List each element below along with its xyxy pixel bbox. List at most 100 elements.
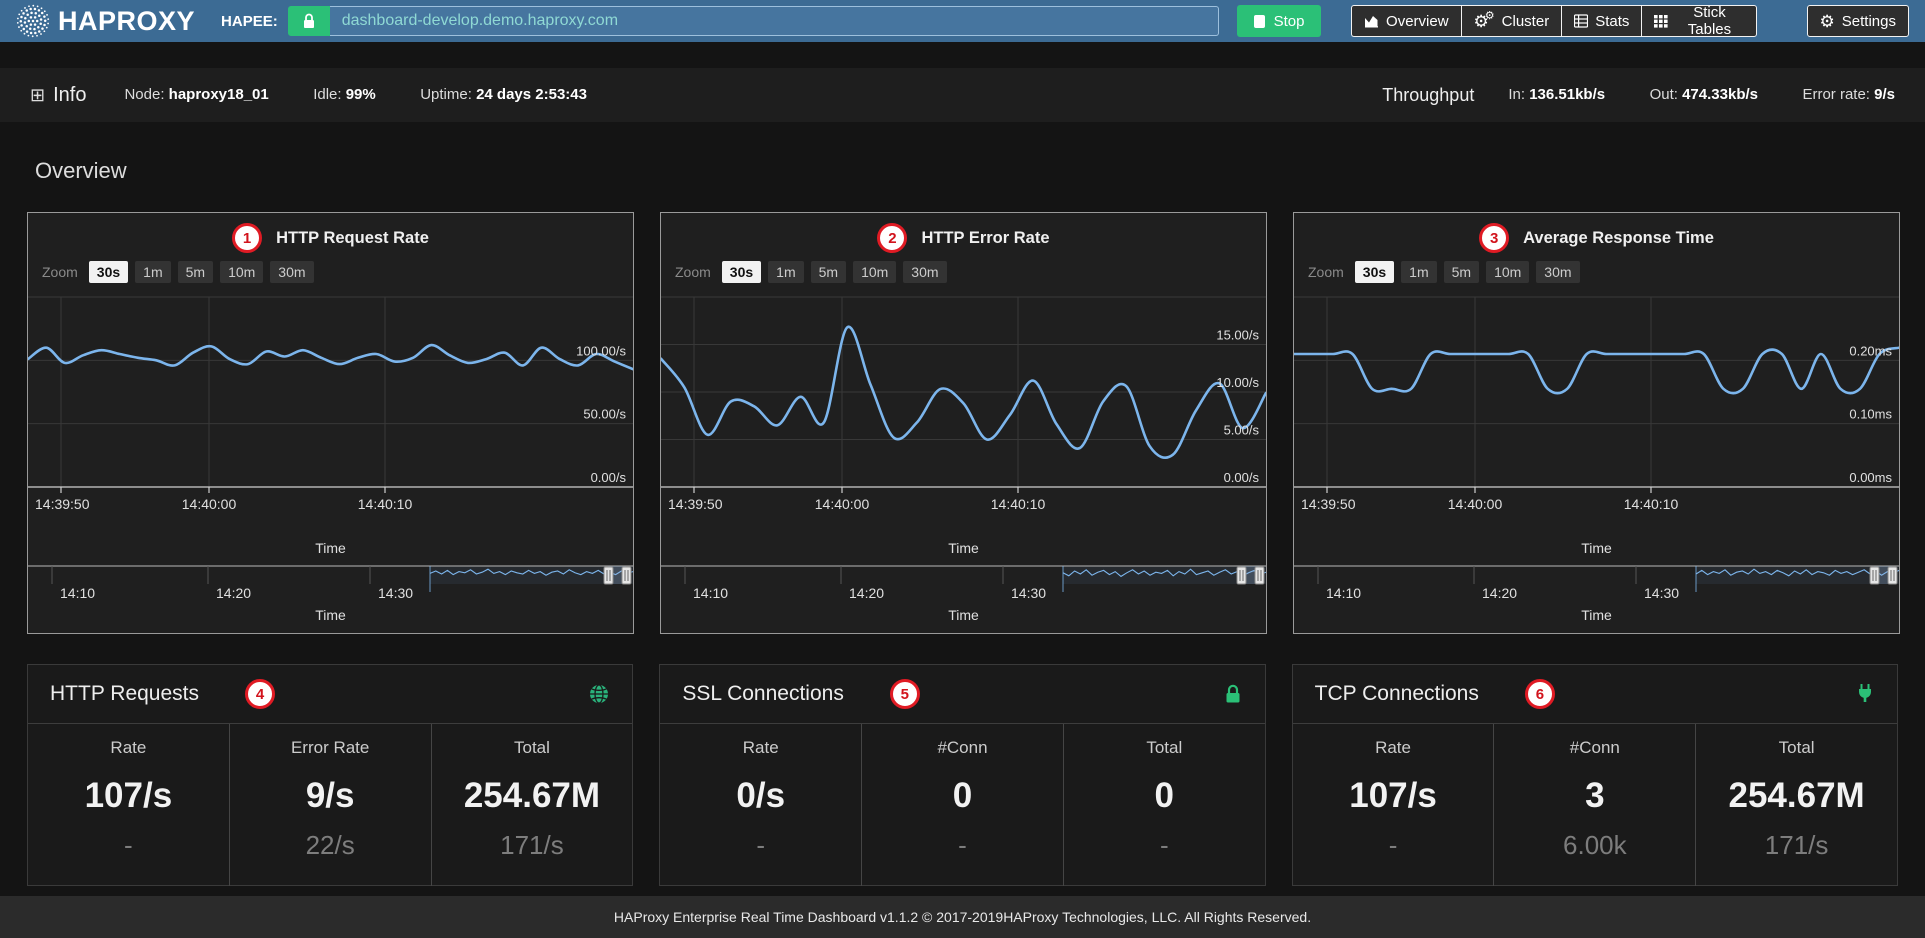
navigator-handle-right[interactable] <box>1255 567 1264 584</box>
globe-icon <box>588 683 610 705</box>
navigator-handle-right[interactable] <box>1888 567 1897 584</box>
throughput-label: Throughput <box>1382 85 1474 106</box>
svg-text:0.10ms: 0.10ms <box>1849 407 1892 422</box>
stat-column: #Conn36.00k <box>1493 724 1695 886</box>
stat-value: 9/s <box>230 776 431 816</box>
stat-subvalue: - <box>1064 830 1265 861</box>
cogs-icon: ⚙⚙ <box>1474 13 1495 30</box>
zoom-option-30s[interactable]: 30s <box>89 261 128 283</box>
stat-card: TCP Connections 6 Rate107/s-#Conn36.00kT… <box>1292 664 1898 886</box>
nav-button-stick-tables[interactable]: Stick Tables <box>1641 5 1756 37</box>
step-badge: 4 <box>245 679 275 709</box>
zoom-controls: Zoom 30s 1m 5m 10m 30m <box>28 257 633 289</box>
chart-header: 2 HTTP Error Rate <box>661 219 1266 257</box>
info-label: Info <box>53 84 86 107</box>
step-badge: 3 <box>1479 223 1509 253</box>
zoom-label: Zoom <box>42 264 78 280</box>
card-body: Rate 107/s -#Conn36.00kTotal254.67M171/s <box>1293 724 1897 886</box>
stat-label: Rate <box>660 738 861 758</box>
info-stat: Error rate: 9/s <box>1802 86 1895 103</box>
stat-subvalue: 6.00k <box>1494 830 1695 861</box>
settings-button[interactable]: ⚙ Settings <box>1807 5 1909 37</box>
cards-row: HTTP Requests 4 Rate107/s-Error Rate9/s2… <box>27 664 1898 886</box>
svg-text:14:39:50: 14:39:50 <box>1301 496 1356 512</box>
chart-navigator[interactable]: 14:1014:2014:30 <box>1294 560 1899 602</box>
svg-text:14:40:10: 14:40:10 <box>358 496 413 512</box>
info-stat: Uptime: 24 days 2:53:43 <box>420 86 587 103</box>
nav-button-overview[interactable]: Overview <box>1351 5 1461 37</box>
chart-header: 1 HTTP Request Rate <box>28 219 633 257</box>
chart-navigator[interactable]: 14:1014:2014:30 <box>28 560 633 602</box>
stat-value: 0 <box>1064 776 1265 816</box>
zoom-option-30m[interactable]: 30m <box>270 261 313 283</box>
stat-value: 107/s <box>1293 776 1494 816</box>
svg-text:0.00ms: 0.00ms <box>1849 470 1892 485</box>
zoom-option-10m[interactable]: 10m <box>1486 261 1529 283</box>
plus-square-icon: ⊞ <box>30 85 45 106</box>
brand: HAPROXY <box>16 4 195 38</box>
chart-panel: 3 Average Response Time Zoom 30s1m5m10m3… <box>1293 212 1900 634</box>
zoom-option-30s[interactable]: 30s <box>1355 261 1394 283</box>
zoom-option-30m[interactable]: 30m <box>903 261 946 283</box>
nav-button-label: Cluster <box>1502 13 1550 30</box>
zoom-option-5m[interactable]: 5m <box>1444 261 1479 283</box>
stat-card: HTTP Requests 4 Rate107/s-Error Rate9/s2… <box>27 664 633 886</box>
stat-label: Rate <box>1293 738 1494 758</box>
navigator-handle-right[interactable] <box>622 567 631 584</box>
zoom-option-30m[interactable]: 30m <box>1536 261 1579 283</box>
svg-text:14:30: 14:30 <box>378 585 413 601</box>
chart-title: HTTP Request Rate <box>276 229 429 248</box>
navigator-handle-left[interactable] <box>1870 567 1879 584</box>
stat-column: Rate0/s- <box>660 724 861 886</box>
url-group <box>288 6 1219 36</box>
nav-button-group: Overview ⚙⚙ Cluster StatsStick Tables <box>1351 5 1757 37</box>
info-stat: In: 136.51kb/s <box>1508 86 1605 103</box>
svg-text:14:30: 14:30 <box>1011 585 1046 601</box>
lock-icon <box>1223 683 1243 705</box>
lock-button[interactable] <box>288 6 330 36</box>
settings-label: Settings <box>1842 13 1896 30</box>
stat-column: #Conn0- <box>861 724 1063 886</box>
zoom-option-1m[interactable]: 1m <box>768 261 803 283</box>
svg-text:100.00/s: 100.00/s <box>576 343 626 358</box>
stop-icon <box>1254 15 1265 28</box>
stat-column: Total254.67M171/s <box>1695 724 1897 886</box>
stat-label: Rate <box>28 738 229 758</box>
zoom-option-10m[interactable]: 10m <box>853 261 896 283</box>
chart-navigator[interactable]: 14:1014:2014:30 <box>661 560 1266 602</box>
x-axis-title: Time <box>28 540 633 560</box>
stat-label: Error Rate <box>230 738 431 758</box>
th-icon <box>1654 14 1668 28</box>
navigator-handle-left[interactable] <box>1237 567 1246 584</box>
card-title: TCP Connections <box>1315 682 1479 706</box>
zoom-option-1m[interactable]: 1m <box>1401 261 1436 283</box>
zoom-option-1m[interactable]: 1m <box>135 261 170 283</box>
info-items: Node: haproxy18_01 Idle: 99% Uptime: 24 … <box>124 86 587 104</box>
zoom-option-10m[interactable]: 10m <box>220 261 263 283</box>
card-body: Rate107/s-Error Rate9/s22/sTotal254.67M1… <box>28 724 632 886</box>
stat-subvalue: 171/s <box>1696 830 1897 861</box>
navigator-axis-title: Time <box>661 607 1266 625</box>
nav-button-cluster[interactable]: ⚙⚙ Cluster <box>1461 5 1562 37</box>
zoom-option-30s[interactable]: 30s <box>722 261 761 283</box>
step-badge: 1 <box>232 223 262 253</box>
navigator-handle-left[interactable] <box>604 567 613 584</box>
info-stat: Out: 474.33kb/s <box>1650 86 1758 103</box>
stat-column: Rate 107/s - <box>1293 724 1494 886</box>
svg-text:15.00/s: 15.00/s <box>1216 328 1259 343</box>
url-input[interactable] <box>330 6 1219 36</box>
stat-subvalue: - <box>1293 830 1494 861</box>
info-stat: Node: haproxy18_01 <box>124 86 268 103</box>
zoom-label: Zoom <box>675 264 711 280</box>
stat-subvalue: 22/s <box>230 830 431 861</box>
zoom-controls: Zoom 30s1m5m10m30m <box>1294 257 1899 289</box>
zoom-option-5m[interactable]: 5m <box>178 261 213 283</box>
zoom-option-5m[interactable]: 5m <box>811 261 846 283</box>
svg-text:14:20: 14:20 <box>849 585 884 601</box>
svg-text:14:39:50: 14:39:50 <box>668 496 723 512</box>
chart-plot: 0.00ms0.10ms0.20ms14:39:5014:40:0014:40:… <box>1294 289 1899 535</box>
stop-button[interactable]: Stop <box>1237 5 1321 37</box>
info-toggle[interactable]: ⊞ Info <box>30 84 86 107</box>
nav-button-stats[interactable]: Stats <box>1561 5 1641 37</box>
svg-text:14:40:00: 14:40:00 <box>815 496 870 512</box>
